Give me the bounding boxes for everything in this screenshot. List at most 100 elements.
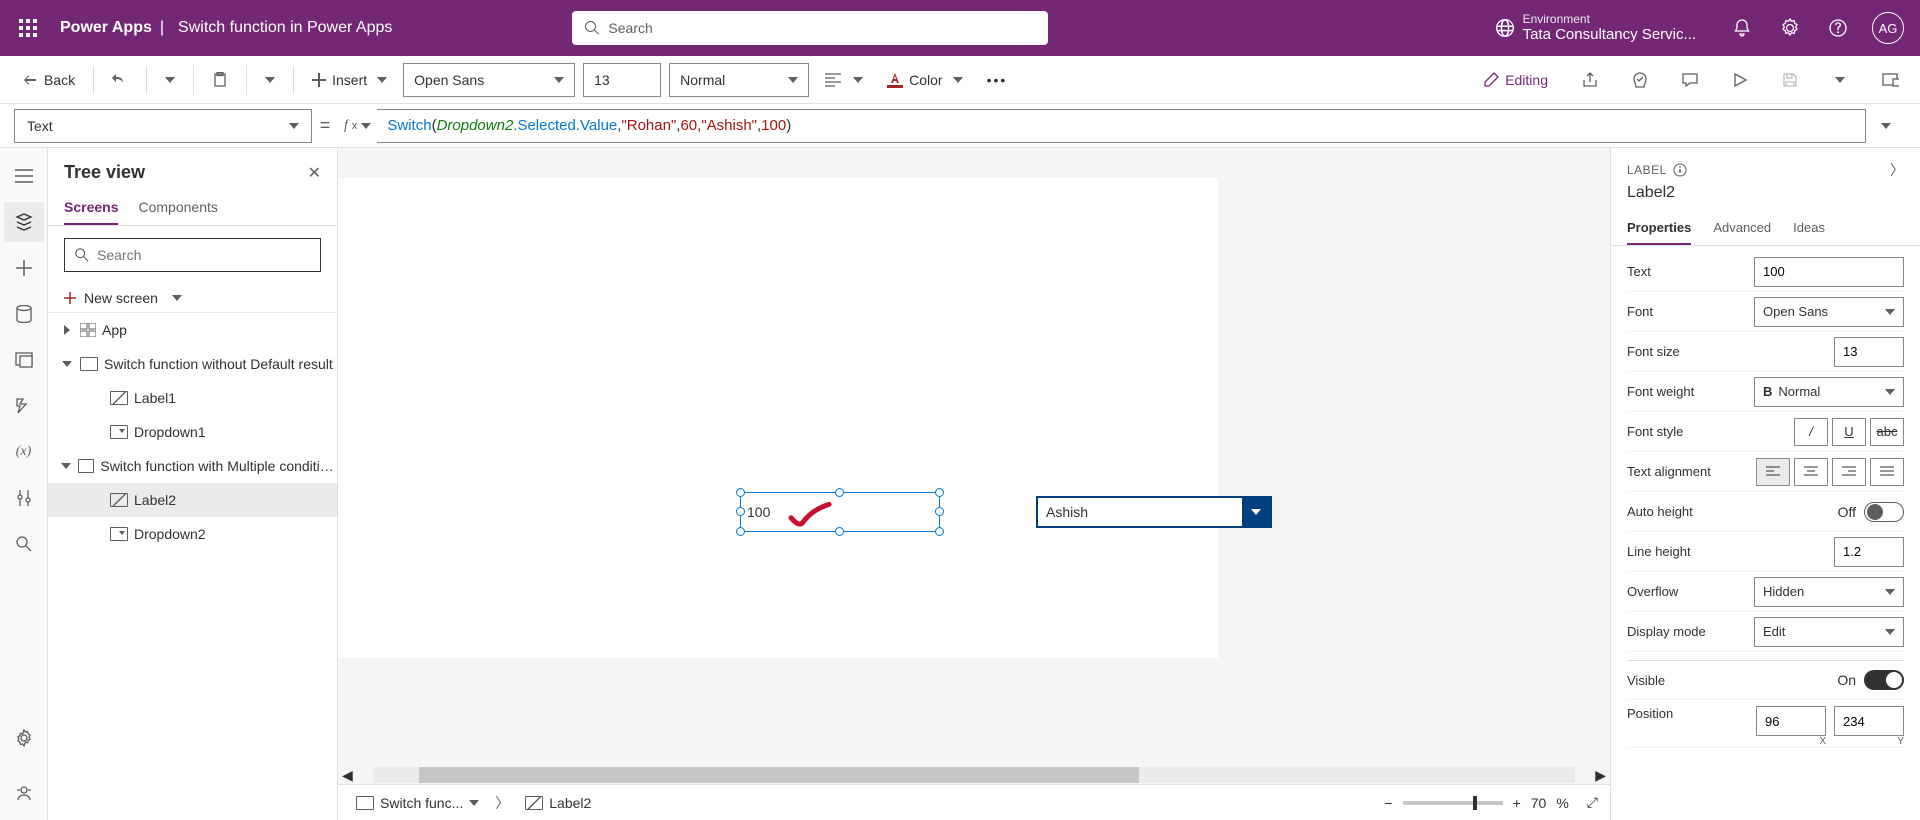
scroll-thumb[interactable] (419, 767, 1139, 783)
zoom-out-button[interactable]: − (1384, 795, 1392, 811)
help-icon[interactable] (1816, 6, 1860, 50)
settings-icon[interactable] (1768, 6, 1812, 50)
strikethrough-button[interactable]: abc (1870, 418, 1904, 446)
scroll-track[interactable] (373, 767, 1575, 783)
color-button[interactable]: Color (879, 63, 970, 97)
font-family-select[interactable]: Open Sans (403, 63, 575, 97)
rail-hamburger[interactable] (4, 156, 44, 196)
align-right-button[interactable] (1832, 458, 1866, 486)
resize-handle[interactable] (935, 507, 944, 516)
tree-item-screen1[interactable]: Switch function without Default result (48, 347, 337, 381)
italic-button[interactable]: / (1794, 418, 1828, 446)
tree-item-label1[interactable]: Label1 (48, 381, 337, 415)
resize-handle[interactable] (935, 488, 944, 497)
rail-settings[interactable] (4, 718, 44, 758)
prop-font-select[interactable]: Open Sans (1754, 297, 1904, 327)
rail-virtual-agent[interactable] (4, 772, 44, 812)
undo-button[interactable] (104, 63, 136, 97)
new-screen-button[interactable]: New screen (48, 284, 337, 313)
align-left-button[interactable] (1756, 458, 1790, 486)
rail-data[interactable] (4, 294, 44, 334)
font-weight-select[interactable]: Normal (669, 63, 809, 97)
insert-button[interactable]: Insert (304, 63, 395, 97)
tab-properties[interactable]: Properties (1627, 212, 1691, 245)
panel-expand-icon[interactable]: 〉 (1890, 160, 1904, 180)
share-icon[interactable] (1574, 64, 1606, 96)
undo-chevron[interactable] (157, 63, 183, 97)
tree-item-label2[interactable]: Label2 (48, 483, 337, 517)
prop-fontsize-input[interactable] (1834, 337, 1904, 367)
app-canvas[interactable] (338, 178, 1218, 658)
align-justify-button[interactable] (1870, 458, 1904, 486)
resize-handle[interactable] (736, 507, 745, 516)
paste-chevron[interactable] (257, 63, 283, 97)
breadcrumb-screen[interactable]: Switch func... (350, 791, 485, 815)
autoheight-toggle[interactable] (1864, 502, 1904, 522)
prop-y-input[interactable] (1834, 706, 1904, 736)
tab-screens[interactable]: Screens (64, 191, 118, 225)
tab-ideas[interactable]: Ideas (1793, 212, 1825, 245)
info-icon[interactable] (1673, 163, 1687, 177)
rail-search[interactable] (4, 524, 44, 564)
control-name[interactable]: Label2 (1611, 184, 1920, 212)
prop-display-select[interactable]: Edit (1754, 617, 1904, 647)
font-size-input[interactable]: 13 (583, 63, 661, 97)
rail-tree-view[interactable] (4, 202, 44, 242)
app-checker-icon[interactable] (1624, 64, 1656, 96)
formula-input[interactable]: Switch(Dropdown2.Selected.Value,"Rohan",… (377, 109, 1866, 143)
save-icon[interactable] (1774, 64, 1806, 96)
waffle-menu[interactable] (8, 8, 48, 48)
breadcrumb-control[interactable]: Label2 (519, 791, 597, 815)
resize-handle[interactable] (736, 527, 745, 536)
selected-label-control[interactable]: 100 (740, 492, 940, 532)
prop-fontweight-select[interactable]: BNormal (1754, 377, 1904, 407)
tree-search-input[interactable] (97, 247, 310, 263)
prop-overflow-select[interactable]: Hidden (1754, 577, 1904, 607)
prop-text-input[interactable] (1754, 257, 1904, 287)
fit-to-screen-button[interactable]: ⤢ (1587, 794, 1598, 811)
more-button[interactable]: ••• (979, 63, 1016, 97)
global-search[interactable]: Search (572, 11, 1048, 45)
tree-item-screen2[interactable]: Switch function with Multiple conditions… (48, 449, 337, 483)
tab-components[interactable]: Components (138, 191, 217, 225)
align-center-button[interactable] (1794, 458, 1828, 486)
prop-x-input[interactable] (1756, 706, 1826, 736)
underline-button[interactable]: U (1832, 418, 1866, 446)
editing-mode-button[interactable]: Editing (1475, 63, 1556, 97)
align-button[interactable] (817, 63, 871, 97)
back-button[interactable]: Back (14, 63, 83, 97)
rail-insert[interactable] (4, 248, 44, 288)
property-selector[interactable]: Text (14, 109, 312, 143)
tree-item-dropdown2[interactable]: Dropdown2 (48, 517, 337, 551)
visible-toggle[interactable] (1864, 670, 1904, 690)
scroll-right-arrow[interactable]: ▶ (1591, 767, 1610, 784)
canvas-viewport[interactable]: 100 Ashish (338, 148, 1610, 766)
publish-icon[interactable] (1874, 64, 1906, 96)
zoom-in-button[interactable]: + (1513, 795, 1521, 811)
tree-item-app[interactable]: App (48, 313, 337, 347)
canvas-dropdown-control[interactable]: Ashish (1036, 496, 1272, 528)
rail-power-automate[interactable] (4, 386, 44, 426)
tree-item-dropdown1[interactable]: Dropdown1 (48, 415, 337, 449)
user-avatar[interactable]: AG (1872, 12, 1904, 44)
save-chevron[interactable] (1824, 64, 1856, 96)
notifications-icon[interactable] (1720, 6, 1764, 50)
zoom-slider[interactable] (1403, 801, 1503, 805)
resize-handle[interactable] (935, 527, 944, 536)
paste-button[interactable] (204, 63, 236, 97)
rail-variables[interactable]: (x) (4, 432, 44, 472)
expand-formula-button[interactable] (1866, 123, 1906, 129)
preview-icon[interactable] (1724, 64, 1756, 96)
dropdown-chevron-button[interactable] (1242, 498, 1270, 526)
file-name[interactable]: Switch function in Power Apps (178, 19, 392, 37)
tree-search[interactable] (64, 238, 321, 272)
app-name[interactable]: Power Apps (60, 19, 152, 37)
comments-icon[interactable] (1674, 64, 1706, 96)
resize-handle[interactable] (736, 488, 745, 497)
fx-button[interactable]: fx (338, 118, 377, 134)
tab-advanced[interactable]: Advanced (1713, 212, 1771, 245)
resize-handle[interactable] (835, 488, 844, 497)
resize-handle[interactable] (835, 527, 844, 536)
rail-advanced-tools[interactable] (4, 478, 44, 518)
canvas-hscroll[interactable]: ◀ ▶ (338, 766, 1610, 784)
